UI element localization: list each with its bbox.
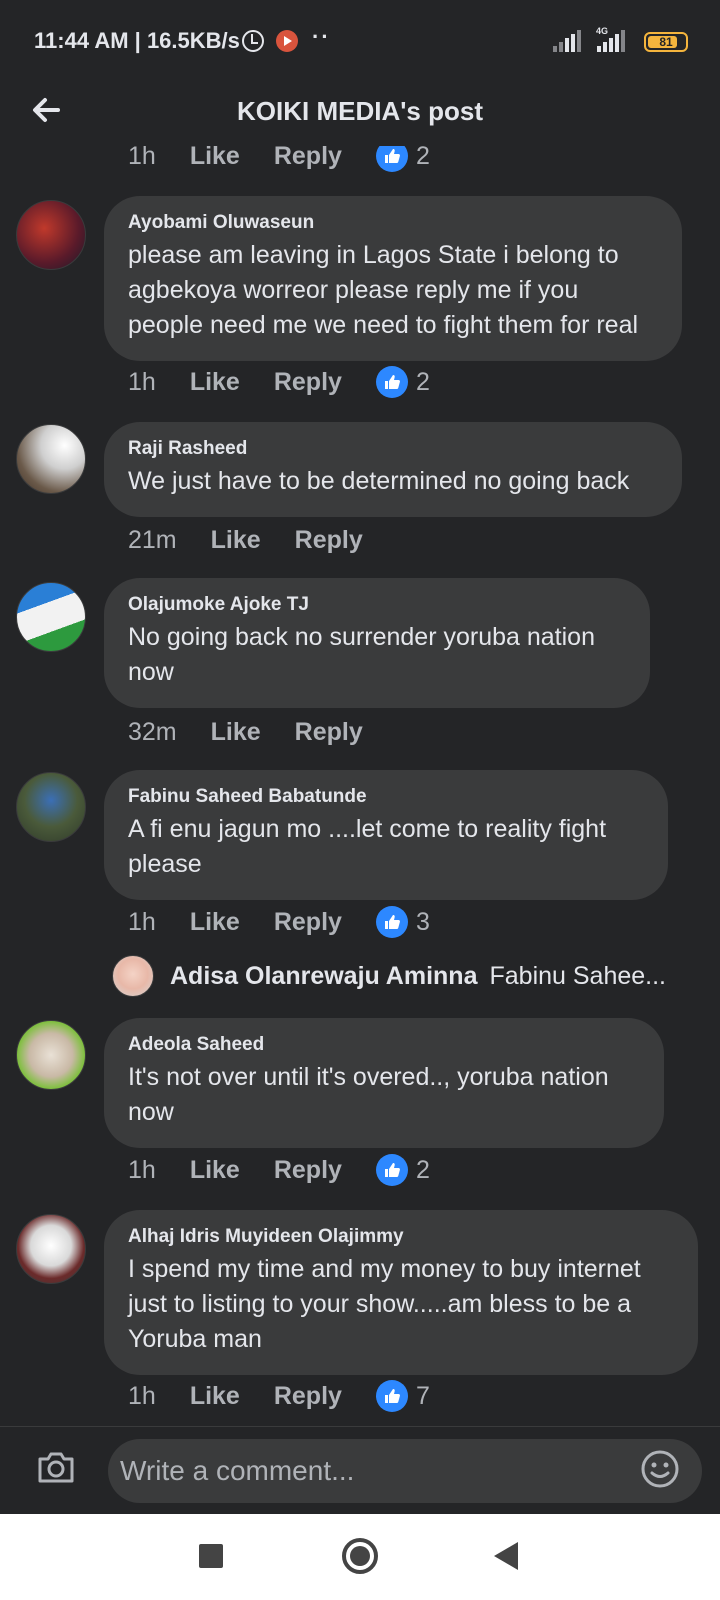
comment-author[interactable]: Ayobami Oluwaseun	[128, 212, 658, 234]
page-title: KOIKI MEDIA's post	[237, 96, 483, 126]
comment-text: A fi enu jagun mo ....let come to realit…	[128, 815, 607, 878]
comment-text: It's not over until it's overed.., yorub…	[128, 1063, 609, 1126]
avatar[interactable]	[16, 772, 86, 842]
comment-meta: 1h Like Reply 2	[128, 1150, 430, 1190]
comment-time: 1h	[128, 367, 156, 396]
alarm-icon	[242, 30, 264, 52]
comment-meta: 1h Like Reply 3	[128, 902, 430, 942]
status-bar: 11:44 AM | 16.5KB/s ·· 4G 81	[0, 0, 720, 86]
battery-icon: 81	[644, 32, 688, 52]
reply-button[interactable]: Reply	[274, 146, 342, 171]
reply-button[interactable]: Reply	[274, 1382, 342, 1411]
comment-text: I spend my time and my money to buy inte…	[128, 1255, 641, 1353]
like-button[interactable]: Like	[190, 1382, 240, 1411]
thumbs-up-icon	[375, 1154, 408, 1186]
reaction-summary[interactable]: 7	[375, 1380, 430, 1412]
comment-bubble[interactable]: Fabinu Saheed Babatunde A fi enu jagun m…	[104, 770, 668, 900]
signal-strength-4g-icon	[597, 30, 627, 52]
comment-meta-partial: 1h Like Reply 2	[128, 146, 430, 176]
like-button[interactable]: Like	[190, 146, 240, 171]
comment-bubble[interactable]: Adeola Saheed It's not over until it's o…	[104, 1018, 664, 1148]
screen-record-icon	[276, 30, 298, 52]
reaction-count: 2	[415, 1155, 430, 1184]
thumbs-up-icon	[375, 906, 408, 938]
like-button[interactable]: Like	[190, 908, 240, 937]
recent-apps-icon[interactable]	[199, 1544, 223, 1568]
reaction-summary[interactable]: 2	[375, 146, 430, 172]
thumbs-up-icon	[375, 146, 408, 172]
signal-strength-icon	[553, 30, 583, 52]
reply-author[interactable]: Adisa Olanrewaju Aminna	[170, 962, 477, 991]
like-button[interactable]: Like	[211, 526, 261, 555]
comment-meta: 1h Like Reply 7	[128, 1376, 430, 1416]
comment-bubble[interactable]: Ayobami Oluwaseun please am leaving in L…	[104, 196, 682, 361]
comment-meta: 32m Like Reply	[128, 712, 397, 752]
comment-author[interactable]: Olajumoke Ajoke TJ	[128, 594, 626, 616]
battery-level: 81	[659, 35, 673, 49]
home-icon[interactable]	[342, 1538, 378, 1574]
comment-time: 1h	[128, 1155, 156, 1184]
comment-bubble[interactable]: Raji Rasheed We just have to be determin…	[104, 422, 682, 517]
avatar[interactable]	[16, 200, 86, 270]
avatar[interactable]	[16, 424, 86, 494]
comment-author[interactable]: Adeola Saheed	[128, 1034, 640, 1056]
comment-text: please am leaving in Lagos State i belon…	[128, 241, 639, 339]
avatar[interactable]	[16, 1020, 86, 1090]
comment-meta: 21m Like Reply	[128, 520, 397, 560]
reply-preview[interactable]: Adisa Olanrewaju Aminna Fabinu Sahee...	[112, 954, 712, 998]
reaction-summary[interactable]: 3	[375, 906, 430, 938]
comment-input[interactable]	[108, 1439, 702, 1503]
comment-text: We just have to be determined no going b…	[128, 467, 630, 495]
comment-bubble[interactable]: Alhaj Idris Muyideen Olajimmy I spend my…	[104, 1210, 698, 1375]
comment-author[interactable]: Alhaj Idris Muyideen Olajimmy	[128, 1226, 674, 1248]
reaction-count: 7	[415, 1381, 430, 1410]
reaction-summary[interactable]: 2	[375, 366, 430, 398]
reply-button[interactable]: Reply	[274, 908, 342, 937]
like-button[interactable]: Like	[211, 718, 261, 747]
avatar[interactable]	[16, 1214, 86, 1284]
like-button[interactable]: Like	[190, 1156, 240, 1185]
avatar[interactable]	[16, 582, 86, 652]
comment-text: No going back no surrender yoruba nation…	[128, 623, 595, 686]
comment-author[interactable]: Raji Rasheed	[128, 438, 658, 460]
avatar[interactable]	[112, 955, 154, 997]
comment-time: 1h	[128, 146, 156, 170]
reply-button[interactable]: Reply	[274, 368, 342, 397]
reply-preview-text: Fabinu Sahee...	[489, 961, 666, 990]
emoji-icon[interactable]	[640, 1449, 680, 1489]
comment-author[interactable]: Fabinu Saheed Babatunde	[128, 786, 644, 808]
comment-bubble[interactable]: Olajumoke Ajoke TJ No going back no surr…	[104, 578, 650, 708]
comment-time: 21m	[128, 525, 177, 554]
reaction-count: 2	[415, 146, 430, 170]
reply-button[interactable]: Reply	[295, 718, 363, 747]
reaction-summary[interactable]: 2	[375, 1154, 430, 1186]
camera-icon[interactable]	[36, 1449, 76, 1485]
thumbs-up-icon	[375, 1380, 408, 1412]
more-notifications-icon: ··	[312, 24, 331, 49]
reaction-count: 2	[415, 367, 430, 396]
system-navigation-bar	[0, 1514, 720, 1600]
comment-time: 32m	[128, 717, 177, 746]
thumbs-up-icon	[375, 366, 408, 398]
comment-meta: 1h Like Reply 2	[128, 362, 430, 402]
comment-time: 1h	[128, 1381, 156, 1410]
reply-button[interactable]: Reply	[274, 1156, 342, 1185]
comment-composer	[0, 1426, 720, 1514]
reaction-count: 3	[415, 907, 430, 936]
status-time: 11:44 AM | 16.5KB/s	[34, 28, 240, 53]
back-icon[interactable]	[494, 1542, 518, 1570]
reply-button[interactable]: Reply	[295, 526, 363, 555]
comment-time: 1h	[128, 907, 156, 936]
comments-list[interactable]: 1h Like Reply 2 Ayobami Oluwaseun please…	[0, 146, 720, 1426]
app-header: KOIKI MEDIA's post	[0, 86, 720, 146]
like-button[interactable]: Like	[190, 368, 240, 397]
